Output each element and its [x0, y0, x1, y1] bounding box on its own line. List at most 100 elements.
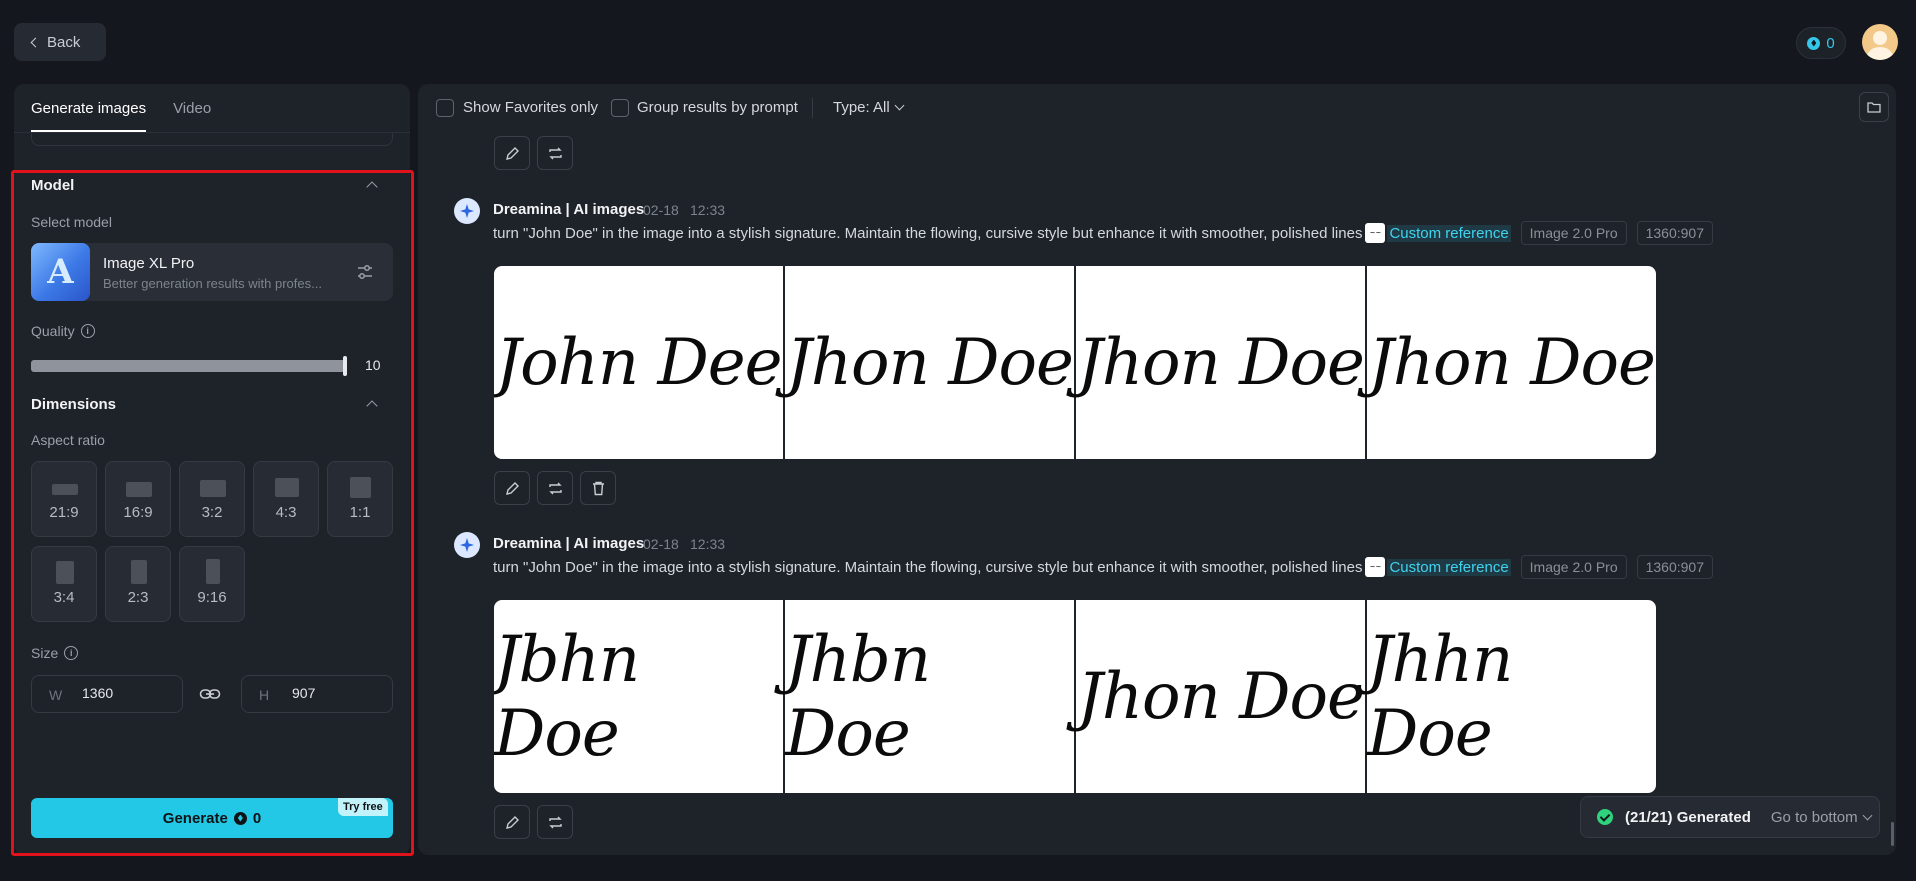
ratio-1-1-button[interactable]: 1:1: [327, 461, 393, 537]
results-panel: Show Favorites only Group results by pro…: [418, 84, 1896, 855]
height-field[interactable]: H: [241, 675, 393, 713]
sliders-icon[interactable]: [356, 263, 374, 281]
credit-icon: [233, 811, 247, 825]
chevron-down-icon: [1862, 810, 1873, 820]
group-label[interactable]: Group results by prompt: [637, 99, 798, 116]
favorites-checkbox[interactable]: [436, 99, 454, 117]
result-time: 12:33: [690, 202, 726, 218]
width-field[interactable]: W: [31, 675, 183, 713]
model-section-title: Model: [31, 177, 75, 194]
result-image[interactable]: Jbhn Doe: [494, 600, 783, 793]
quality-slider[interactable]: [31, 360, 345, 372]
size-text: Size: [31, 645, 59, 661]
ratio-label: 3:4: [53, 589, 75, 606]
go-to-bottom-label: Go to bottom: [1770, 808, 1858, 826]
ratio-21-9-button[interactable]: 21:9: [31, 461, 97, 537]
ratio-2-3-button[interactable]: 2:3: [105, 546, 171, 622]
prompt-field-edge[interactable]: [31, 133, 393, 146]
model-description: Better generation results with profes...: [103, 276, 322, 291]
model-selector[interactable]: A Image XL Pro Better generation results…: [31, 243, 393, 301]
filter-bar: Show Favorites only Group results by pro…: [418, 84, 1896, 132]
info-icon[interactable]: i: [80, 324, 95, 338]
result-image[interactable]: Jhon Doe: [1076, 600, 1365, 793]
group-checkbox[interactable]: [611, 99, 629, 117]
link-icon[interactable]: [199, 684, 221, 704]
filter-divider: [812, 98, 813, 118]
try-free-badge: Try free: [338, 798, 388, 816]
ratio-3-4-button[interactable]: 3:4: [31, 546, 97, 622]
regenerate-button[interactable]: [537, 471, 573, 505]
width-input[interactable]: [82, 685, 172, 701]
regenerate-button[interactable]: [537, 136, 573, 170]
result-prompt[interactable]: turn "John Doe" in the image into a styl…: [493, 559, 1362, 576]
folder-button[interactable]: [1859, 92, 1889, 122]
tab-video[interactable]: Video: [173, 84, 211, 132]
delete-button[interactable]: [580, 471, 616, 505]
model-thumbnail: A: [31, 243, 90, 301]
ratio-3-2-button[interactable]: 3:2: [179, 461, 245, 537]
trash-icon: [592, 481, 604, 495]
ratio-label: 3:2: [201, 504, 223, 521]
pencil-icon: [505, 146, 519, 160]
height-prefix: H: [259, 687, 270, 703]
top-bar: Back 0: [0, 0, 1916, 84]
back-button[interactable]: Back: [14, 23, 106, 61]
ratio-shape: [56, 561, 74, 584]
generate-cost: 0: [252, 809, 262, 827]
quality-label: Quality i: [31, 323, 95, 339]
height-input[interactable]: [292, 685, 382, 701]
width-prefix: W: [49, 687, 63, 703]
ratio-9-16-button[interactable]: 9:16: [179, 546, 245, 622]
ratio-label: 16:9: [123, 504, 153, 521]
quality-slider-handle[interactable]: [343, 356, 347, 376]
edit-button[interactable]: [494, 805, 530, 839]
size-tag: 1360:907: [1636, 221, 1714, 245]
ratio-16-9-button[interactable]: 16:9: [105, 461, 171, 537]
type-label: Type: All: [833, 99, 890, 116]
go-to-bottom-button[interactable]: Go to bottom: [1770, 808, 1873, 826]
ratio-shape: [200, 480, 226, 497]
favorites-label[interactable]: Show Favorites only: [463, 99, 598, 116]
result-image[interactable]: Jhon Doe: [1076, 266, 1365, 459]
result-image[interactable]: Jhon Doe: [1367, 266, 1656, 459]
credits-badge[interactable]: 0: [1796, 27, 1846, 59]
size-tag: 1360:907: [1636, 555, 1714, 579]
model-name: Image XL Pro: [103, 255, 195, 272]
aspect-ratio-label: Aspect ratio: [31, 432, 105, 448]
dreamina-bot-icon: [454, 532, 480, 558]
edit-button[interactable]: [494, 136, 530, 170]
info-icon[interactable]: i: [64, 646, 79, 660]
result-image[interactable]: Jhon Doe: [785, 266, 1074, 459]
result-author: Dreamina | AI images: [493, 535, 645, 552]
result-image[interactable]: Jhhn Doe: [1367, 600, 1656, 793]
scrollbar-thumb[interactable]: [1891, 822, 1894, 846]
ratio-shape: [275, 478, 299, 497]
folder-icon: [1867, 102, 1881, 113]
result-image[interactable]: Jhbn Doe: [785, 600, 1074, 793]
model-tag: Image 2.0 Pro: [1520, 555, 1627, 579]
type-dropdown[interactable]: Type: All: [833, 99, 905, 116]
chevron-left-icon: [30, 37, 41, 47]
custom-reference-link[interactable]: Custom reference: [1387, 558, 1511, 576]
reference-thumbnail: ~~: [1365, 223, 1386, 243]
credit-icon: [1807, 36, 1821, 50]
generation-status: (21/21) Generated: [1625, 808, 1751, 826]
result-image-grid: Jbhn Doe Jhbn Doe Jhon Doe Jhhn Doe: [494, 600, 1656, 793]
custom-reference-link[interactable]: Custom reference: [1387, 224, 1511, 242]
model-tag: Image 2.0 Pro: [1520, 221, 1627, 245]
repeat-icon: [548, 816, 562, 828]
avatar[interactable]: [1862, 24, 1898, 60]
ratio-label: 21:9: [49, 504, 79, 521]
ratio-label: 4:3: [275, 504, 297, 521]
quality-slider-fill: [31, 360, 345, 372]
ratio-label: 9:16: [197, 589, 227, 606]
ratio-label: 2:3: [127, 589, 149, 606]
edit-button[interactable]: [494, 471, 530, 505]
ratio-4-3-button[interactable]: 4:3: [253, 461, 319, 537]
ratio-label: 1:1: [349, 504, 371, 521]
result-image[interactable]: John Dee: [494, 266, 783, 459]
regenerate-button[interactable]: [537, 805, 573, 839]
tab-generate-images[interactable]: Generate images: [31, 84, 147, 132]
result-prompt[interactable]: turn "John Doe" in the image into a styl…: [493, 225, 1362, 242]
result-date: 02-18: [643, 202, 679, 218]
